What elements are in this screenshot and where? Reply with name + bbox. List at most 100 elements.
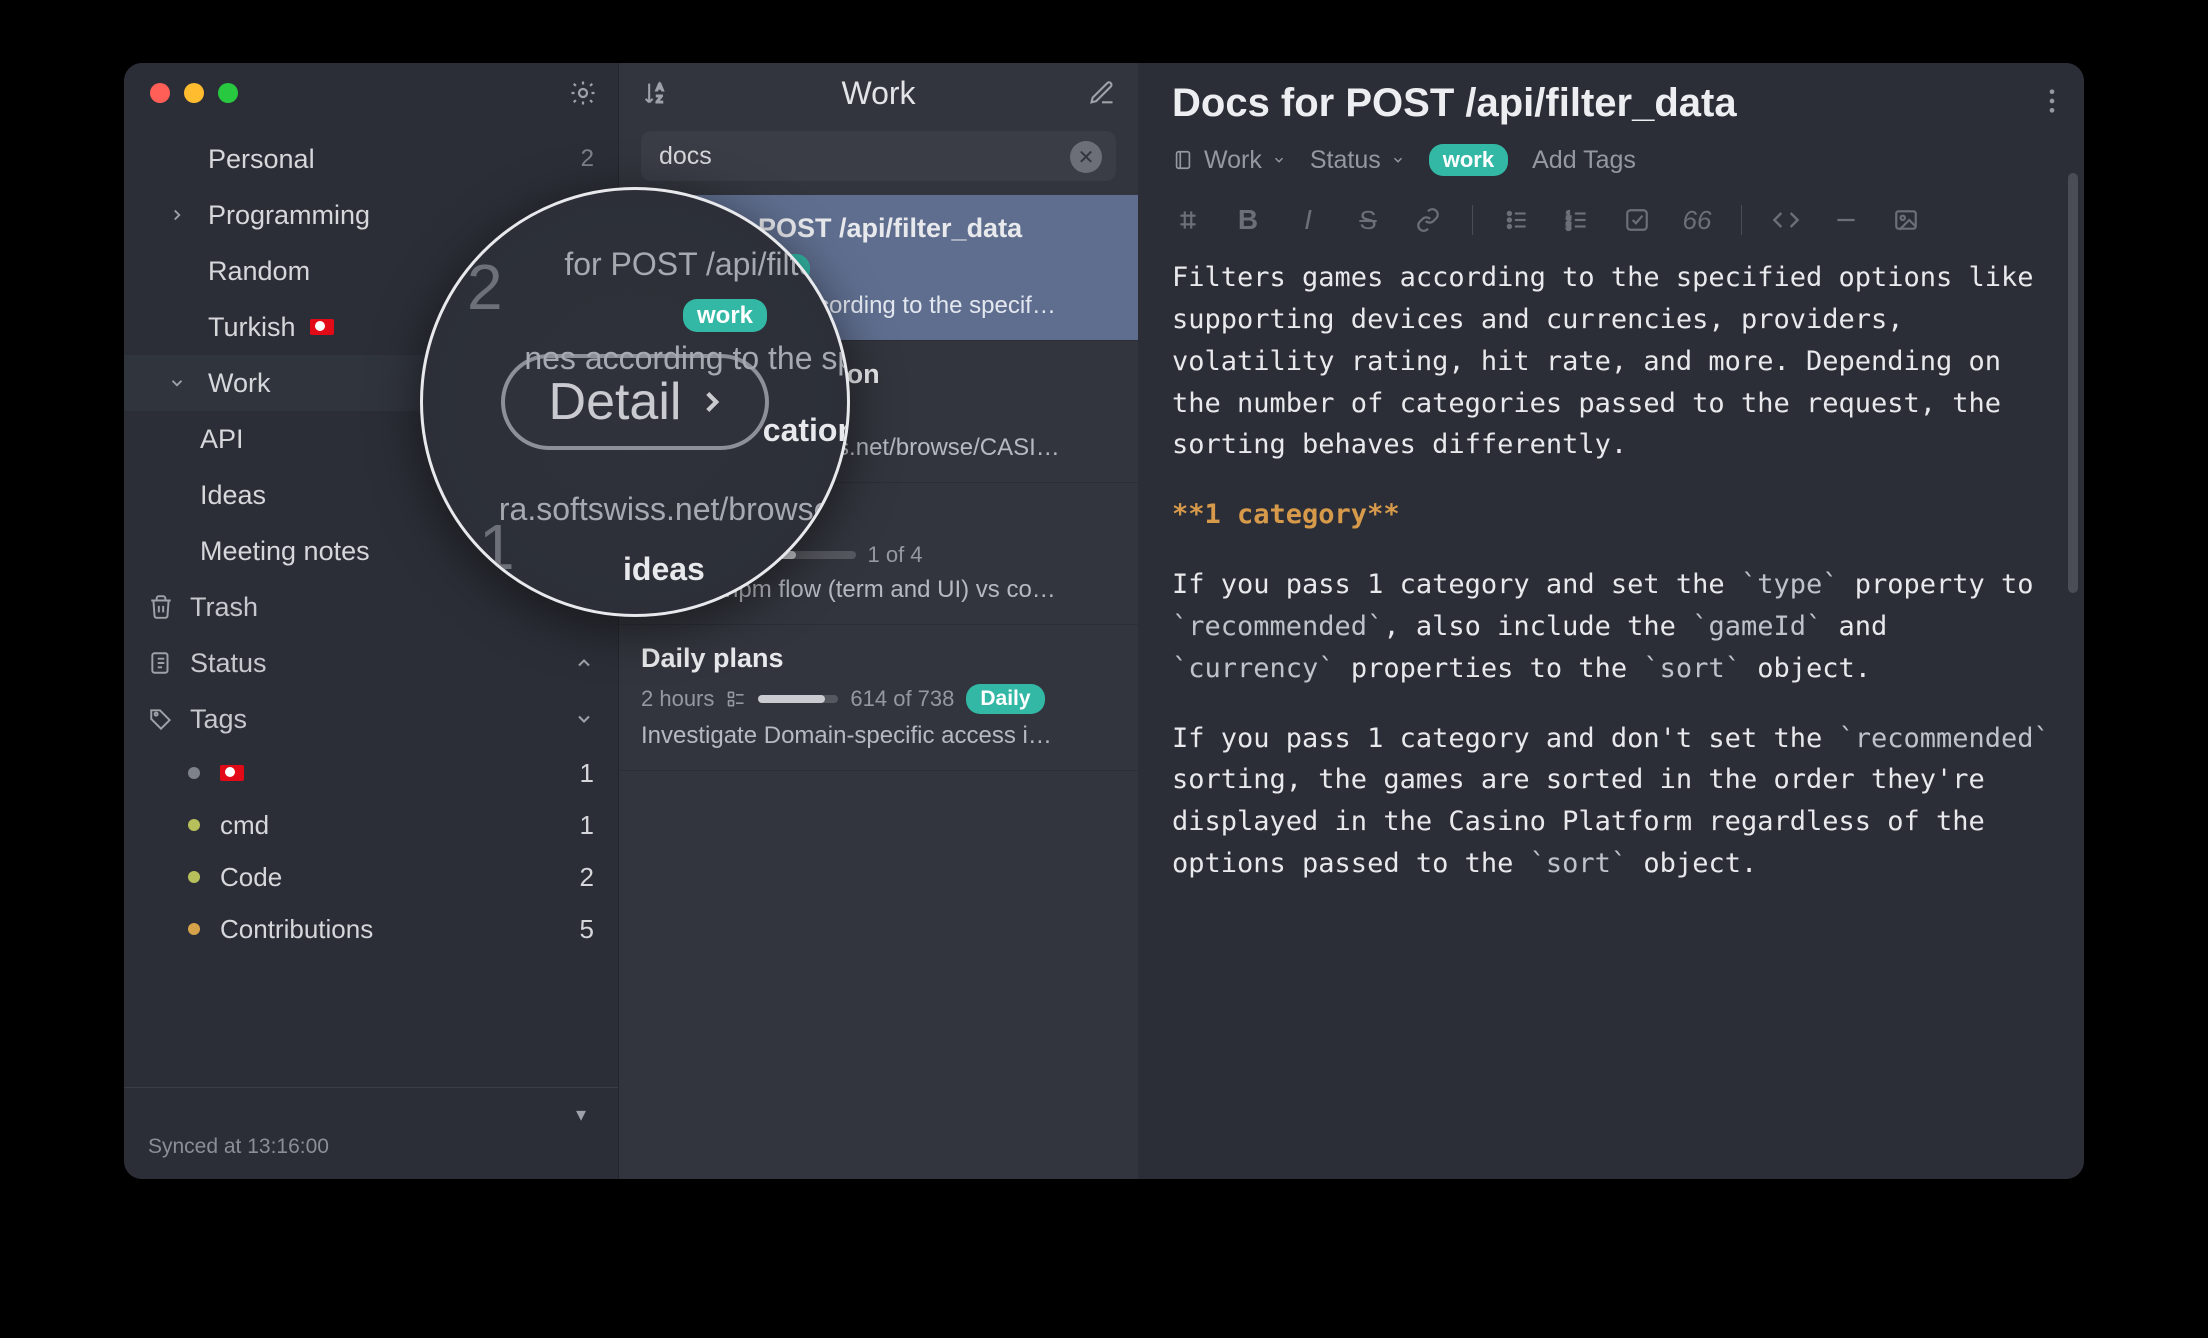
tag-row-code[interactable]: Code 2: [124, 851, 618, 903]
app-window: Personal 2 Programming Random Turkish Wo…: [124, 63, 2084, 1179]
list-header: AZ Work: [619, 63, 1138, 123]
tag-label: cmd: [220, 810, 269, 841]
strike-button[interactable]: S: [1352, 204, 1384, 236]
magnifier-number-top: 2: [467, 250, 503, 324]
sidebar-item-personal[interactable]: Personal 2: [124, 131, 618, 187]
paragraph: Filters games according to the specified…: [1172, 257, 2050, 466]
bold-button[interactable]: B: [1232, 204, 1264, 236]
heading-button[interactable]: [1172, 204, 1204, 236]
add-tags-button[interactable]: Add Tags: [1532, 146, 1636, 175]
toolbar-separator: [1741, 205, 1742, 235]
tag-dot-icon: [188, 767, 200, 779]
note-time: 2 hours: [641, 686, 714, 712]
document-body[interactable]: Filters games according to the specified…: [1172, 257, 2050, 913]
quote-button[interactable]: 66: [1681, 204, 1713, 236]
tag-label: Contributions: [220, 914, 373, 945]
zoom-window-button[interactable]: [218, 83, 238, 103]
magnifier-ghost-text: ideas: [623, 551, 705, 588]
sort-button[interactable]: AZ: [641, 79, 669, 107]
magnifier-ghost-text: for POST /api/filter_data: [564, 246, 850, 283]
numbered-list-button[interactable]: 123: [1561, 204, 1593, 236]
sidebar-item-label: Personal: [208, 144, 315, 175]
titlebar: [124, 63, 618, 123]
sidebar-item-count: 2: [581, 145, 594, 173]
more-options-button[interactable]: [2048, 87, 2056, 115]
checklist-icon: [726, 689, 746, 709]
svg-text:Z: Z: [656, 93, 663, 105]
chevron-down-icon[interactable]: [168, 374, 194, 392]
flag-tr-icon: [220, 765, 244, 781]
progress-text: 614 of 738: [850, 686, 954, 712]
document-meta: Work Status work Add Tags: [1172, 144, 2050, 176]
image-button[interactable]: [1890, 204, 1922, 236]
bullet-list-button[interactable]: [1501, 204, 1533, 236]
list-title: Work: [841, 75, 915, 112]
tag-dot-icon: [188, 923, 200, 935]
detail-label: Detail: [549, 372, 682, 432]
heading-markdown: **1 category**: [1172, 494, 2050, 536]
link-button[interactable]: [1412, 204, 1444, 236]
tag-icon: [148, 706, 174, 732]
svg-text:3: 3: [1566, 222, 1571, 232]
svg-text:A: A: [656, 82, 663, 94]
document-title[interactable]: Docs for POST /api/filter_data: [1172, 81, 2050, 126]
settings-button[interactable]: [568, 78, 598, 108]
clear-search-button[interactable]: ✕: [1070, 141, 1102, 173]
sidebar-item-label: Ideas: [200, 480, 266, 511]
status-icon: [148, 650, 174, 676]
format-toolbar: B I S 123 66: [1172, 198, 2050, 257]
trash-label: Trash: [190, 592, 258, 623]
tag-count: 5: [580, 914, 594, 945]
tag-count: 1: [580, 810, 594, 841]
close-window-button[interactable]: [150, 83, 170, 103]
search-wrap: ✕: [619, 123, 1138, 195]
status-selector[interactable]: Status: [1310, 146, 1405, 175]
sidebar-status[interactable]: Status: [124, 635, 618, 691]
compose-note-button[interactable]: [1088, 79, 1116, 107]
hr-button[interactable]: [1830, 204, 1862, 236]
tags-label: Tags: [190, 704, 247, 735]
status-label: Status: [190, 648, 267, 679]
italic-button[interactable]: I: [1292, 204, 1324, 236]
flag-tr-icon: [310, 319, 334, 335]
magnifier-number-bottom: 1: [479, 510, 515, 584]
sidebar-tags[interactable]: Tags: [124, 691, 618, 747]
sync-status: Synced at 13:16:00: [148, 1135, 594, 1159]
editor-scrollbar[interactable]: [2068, 173, 2078, 593]
magnifier-ghost-text: ra.softswiss.net/browse/CASI…: [499, 491, 850, 528]
tag-row-cmd[interactable]: cmd 1: [124, 799, 618, 851]
minimize-window-button[interactable]: [184, 83, 204, 103]
chevron-down-icon[interactable]: [574, 709, 594, 729]
chevron-up-icon[interactable]: [574, 653, 594, 673]
toolbar-separator: [1472, 205, 1473, 235]
sidebar-item-label: Meeting notes: [200, 536, 370, 567]
chevron-right-icon[interactable]: [168, 206, 194, 224]
tag-count: 1: [580, 758, 594, 789]
paragraph: If you pass 1 category and don't set the…: [1172, 718, 2050, 885]
sidebar-item-label: Turkish: [208, 312, 296, 343]
tag-row-contributions[interactable]: Contributions 5: [124, 903, 618, 955]
sidebar-item-label: Programming: [208, 200, 370, 231]
sidebar-item-label: API: [200, 424, 244, 455]
doc-tag-pill[interactable]: work: [1429, 144, 1508, 176]
magnifier-ghost-text: cation: [763, 412, 850, 449]
sidebar-item-label: Random: [208, 256, 310, 287]
tag-dot-icon: [188, 871, 200, 883]
tag-dot-icon: [188, 819, 200, 831]
window-traffic-lights: [150, 83, 238, 103]
magnifier-overlay: 2 for POST /api/filter_data work nes acc…: [420, 187, 850, 617]
paragraph: If you pass 1 category and set the `type…: [1172, 564, 2050, 690]
footer-dropdown-icon[interactable]: ▾: [576, 1102, 594, 1127]
note-item[interactable]: Daily plans 2 hours 614 of 738 Daily Inv…: [619, 625, 1138, 771]
tag-row-flag[interactable]: 1: [124, 747, 618, 799]
note-preview: Investigate Domain-specific access i…: [641, 722, 1116, 750]
note-title: Daily plans: [641, 643, 1116, 674]
notebook-selector[interactable]: Work: [1172, 146, 1286, 175]
sidebar-footer: ▾ Synced at 13:16:00: [124, 1087, 618, 1179]
magnifier-ghost-tag: work: [683, 294, 767, 331]
progress-text: 1 of 4: [868, 542, 923, 568]
note-tag-pill: Daily: [966, 684, 1044, 714]
checklist-button[interactable]: [1621, 204, 1653, 236]
code-button[interactable]: [1770, 204, 1802, 236]
search-input[interactable]: [641, 131, 1116, 181]
